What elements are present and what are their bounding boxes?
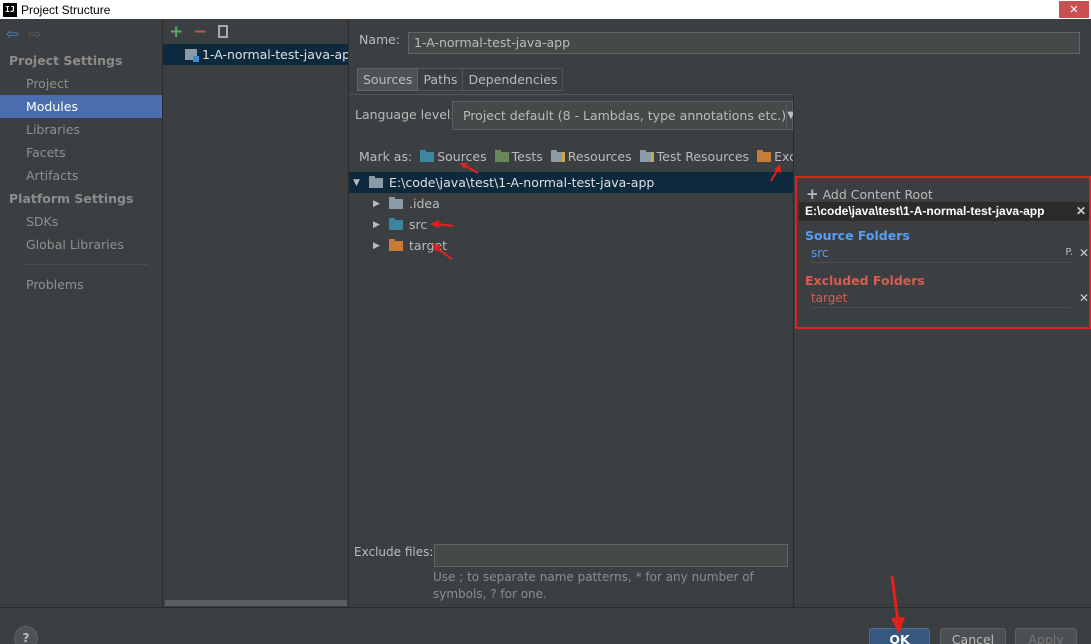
source-folder-entry: src P. ✕ [811,246,1089,263]
content-roots-panel: + Add Content Root E:\code\java\test\1-A… [793,94,1091,607]
sidebar-item-facets[interactable]: Facets [0,141,162,164]
module-list-item[interactable]: 1-A-normal-test-java-app [163,44,348,65]
annotation-highlight-box: + Add Content Root E:\code\java\test\1-A… [795,176,1091,329]
expanded-triangle-icon[interactable]: ▼ [353,178,363,188]
module-editor: Name: 1-A-normal-test-java-app Sources P… [349,19,1091,607]
folder-tree: ▼ E:\code\java\test\1-A-normal-test-java… [349,172,793,542]
excluded-folders-title: Excluded Folders [805,273,925,288]
copy-module-icon[interactable] [217,25,228,38]
tree-row-target[interactable]: ▶ target [349,235,793,256]
intellij-logo-icon: IJ [3,2,17,17]
folder-icon [389,196,403,209]
sidebar-item-project[interactable]: Project [0,72,162,95]
ok-button[interactable]: OK [869,628,930,644]
settings-sidebar: ⇦ ⇨ Project Settings Project Modules Lib… [0,19,163,607]
language-level-label: Language level: [355,107,455,122]
nav-arrows: ⇦ ⇨ [0,19,162,49]
excluded-folder-icon [757,149,772,162]
exclude-files-hint: Use ; to separate name patterns, * for a… [433,570,754,601]
remove-source-folder-icon[interactable]: ✕ [1079,246,1089,260]
source-folder-label: src [811,246,829,260]
excluded-folder-icon [389,238,403,251]
mark-as-sources-label: Sources [437,149,487,164]
module-tabs: Sources Paths Dependencies [357,68,564,91]
module-name-field[interactable]: 1-A-normal-test-java-app [408,32,1080,54]
mark-as-label: Mark as: [359,149,413,164]
tree-label-idea: .idea [409,196,440,211]
folder-icon [369,175,383,188]
tree-row-src[interactable]: ▶ src [349,214,793,235]
cancel-button[interactable]: Cancel [940,628,1006,644]
mark-as-bar: Mark as: Sources Tests Resources Test Re… [359,149,831,164]
tree-label-target: target [409,238,448,253]
mark-as-sources-button[interactable]: Sources [420,149,487,164]
sidebar-item-global-libraries[interactable]: Global Libraries [0,233,162,256]
add-content-root-label: Add Content Root [822,186,933,202]
collapsed-triangle-icon[interactable]: ▶ [373,199,383,209]
name-label: Name: [359,32,401,47]
add-module-icon[interactable]: + [169,22,183,42]
mark-as-test-resources-button[interactable]: Test Resources [639,149,750,164]
remove-root-icon[interactable]: ✕ [1076,202,1086,221]
title-bar: IJ Project Structure ✕ [0,0,1091,19]
test-resources-folder-icon [639,149,654,162]
platform-settings-header: Platform Settings [9,191,134,206]
source-folders-title: Source Folders [805,228,910,243]
sidebar-item-artifacts[interactable]: Artifacts [0,164,162,187]
sidebar-item-libraries[interactable]: Libraries [0,118,162,141]
tab-paths[interactable]: Paths [418,68,464,91]
back-arrow-icon[interactable]: ⇦ [6,25,19,43]
module-list-panel: + − 1-A-normal-test-java-app [163,19,349,607]
remove-module-icon[interactable]: − [193,22,207,42]
tab-dependencies[interactable]: Dependencies [463,68,564,91]
exclude-files-label: Exclude files: [354,545,434,559]
exclude-files-input[interactable] [434,544,788,567]
module-label: 1-A-normal-test-java-app [202,47,348,62]
language-level-value: Project default (8 - Lambdas, type annot… [463,108,787,123]
tests-folder-icon [494,149,509,162]
remove-excluded-folder-icon[interactable]: ✕ [1079,291,1089,305]
mark-as-tests-button[interactable]: Tests [494,149,543,164]
package-prefix-icon[interactable]: P. [1065,247,1073,258]
mark-as-test-resources-label: Test Resources [656,149,750,164]
sidebar-divider [26,264,148,265]
collapsed-triangle-icon[interactable]: ▶ [373,241,383,251]
sidebar-item-problems[interactable]: Problems [0,273,162,296]
mark-as-resources-button[interactable]: Resources [550,149,632,164]
tree-root-row[interactable]: ▼ E:\code\java\test\1-A-normal-test-java… [349,172,793,193]
help-button[interactable]: ? [14,626,38,644]
project-settings-header: Project Settings [9,53,123,68]
scrollbar-thumb[interactable] [165,600,347,606]
window-title: Project Structure [21,2,111,17]
source-folder-icon [389,217,403,230]
module-icon [185,49,199,62]
language-level-select[interactable]: Project default (8 - Lambdas, type annot… [452,101,795,130]
module-list-scrollbar[interactable] [163,599,347,607]
tab-sources[interactable]: Sources [357,68,419,91]
dialog-footer: ? OK Cancel Apply [0,607,1091,644]
tree-row-idea[interactable]: ▶ .idea [349,193,793,214]
apply-button[interactable]: Apply [1015,628,1077,644]
collapsed-triangle-icon[interactable]: ▶ [373,220,383,230]
sidebar-item-sdks[interactable]: SDKs [0,210,162,233]
plus-icon: + [806,185,819,203]
sources-folder-icon [420,149,435,162]
module-toolbar: + − [163,19,348,44]
excluded-folder-entry: target ✕ [811,291,1089,308]
resources-folder-icon [550,149,565,162]
content-root-path-label: E:\code\java\test\1-A-normal-test-java-a… [805,204,1045,218]
forward-arrow-icon[interactable]: ⇨ [29,25,42,43]
mark-as-resources-label: Resources [567,149,632,164]
sidebar-item-modules[interactable]: Modules [0,95,162,118]
content-root-path: E:\code\java\test\1-A-normal-test-java-a… [799,202,1089,221]
tree-root-label: E:\code\java\test\1-A-normal-test-java-a… [389,175,655,190]
add-content-root-button[interactable]: + Add Content Root [806,185,933,203]
close-button[interactable]: ✕ [1059,1,1089,18]
mark-as-tests-label: Tests [511,149,543,164]
excluded-folder-label: target [811,291,848,305]
tree-label-src: src [409,217,428,232]
